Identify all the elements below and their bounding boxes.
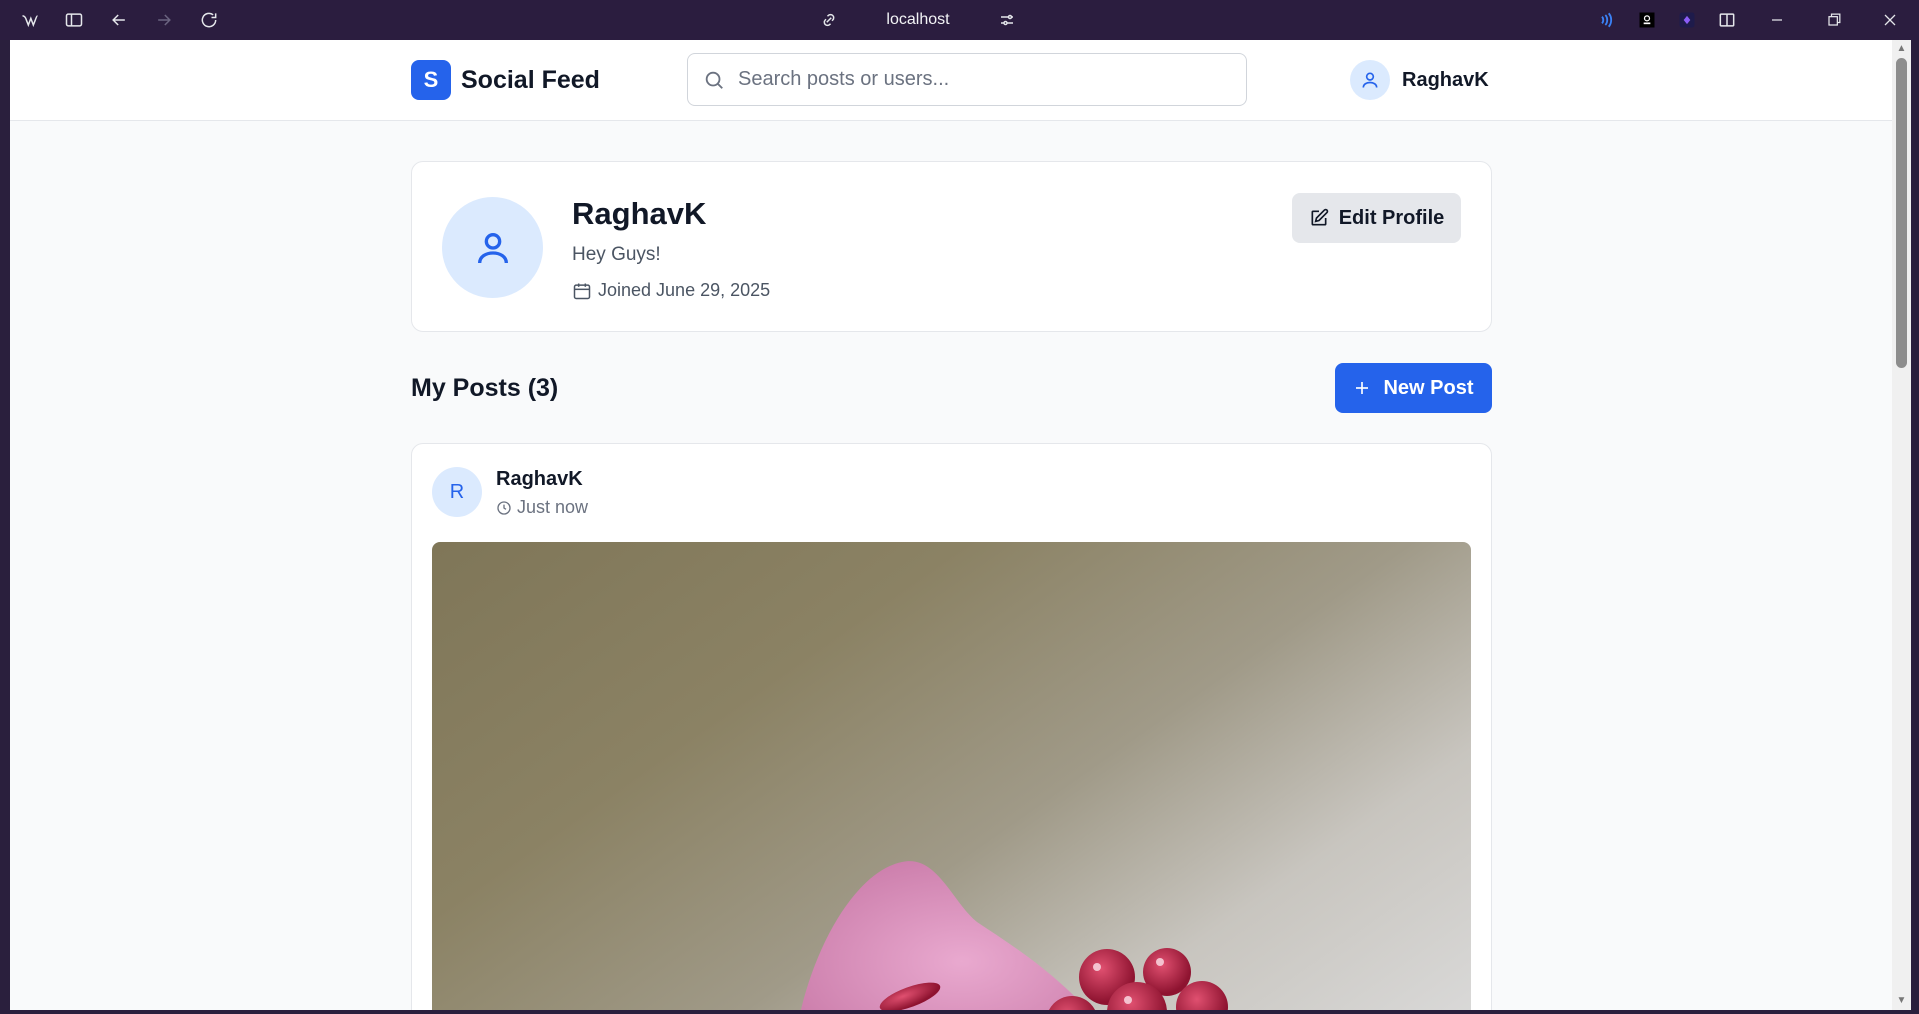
browser-logo-icon[interactable] xyxy=(18,8,42,32)
profile-card: RaghavK Hey Guys! Joined June 29, 2025 E… xyxy=(411,161,1492,332)
close-window-icon[interactable] xyxy=(1878,8,1902,32)
post-author-name[interactable]: RaghavK xyxy=(496,468,583,491)
scroll-down-arrow[interactable]: ▼ xyxy=(1896,996,1907,1006)
browser-toolbar: localhost xyxy=(0,0,1919,40)
header-username[interactable]: RaghavK xyxy=(1402,69,1489,92)
header-user-menu[interactable]: RaghavK xyxy=(1350,60,1489,100)
search-icon xyxy=(705,71,723,89)
new-post-button[interactable]: New Post xyxy=(1335,363,1492,413)
plus-icon xyxy=(1356,382,1369,394)
post-timestamp: Just now xyxy=(496,497,588,518)
minimize-icon[interactable] xyxy=(1765,8,1789,32)
calendar-icon xyxy=(573,283,591,299)
user-icon xyxy=(1362,72,1378,88)
address-bar[interactable]: localhost xyxy=(820,0,1016,40)
new-post-label[interactable]: New Post xyxy=(1383,377,1473,400)
logo-badge[interactable]: S xyxy=(411,60,451,100)
app-header: S Social Feed RaghavK xyxy=(10,40,1892,121)
scroll-up-arrow[interactable]: ▲ xyxy=(1896,44,1907,54)
profile-avatar xyxy=(442,197,543,298)
edit-profile-button[interactable]: Edit Profile xyxy=(1292,193,1461,243)
user-icon xyxy=(477,232,508,263)
profile-joined-text: Joined June 29, 2025 xyxy=(598,280,771,300)
post-time-text: Just now xyxy=(517,497,589,517)
back-icon[interactable] xyxy=(107,8,131,32)
split-view-icon[interactable] xyxy=(1715,8,1739,32)
post-author-avatar[interactable]: R xyxy=(432,467,482,517)
reload-icon[interactable] xyxy=(197,8,221,32)
app-logo[interactable]: S Social Feed xyxy=(411,60,600,100)
logo-text[interactable]: Social Feed xyxy=(461,66,600,95)
extension-purple-icon[interactable] xyxy=(1675,8,1699,32)
restore-icon[interactable] xyxy=(1822,8,1846,32)
scrollbar-thumb[interactable] xyxy=(1896,58,1907,368)
forward-icon xyxy=(152,8,176,32)
search-input[interactable] xyxy=(738,68,1246,91)
clock-icon xyxy=(497,500,511,515)
extension-dark-icon[interactable] xyxy=(1635,8,1659,32)
sidebar-toggle-icon[interactable] xyxy=(62,8,86,32)
link-icon[interactable] xyxy=(820,11,838,29)
post-image[interactable] xyxy=(432,542,1471,1010)
post-photo-illustration xyxy=(800,861,1228,1010)
page-scrollbar[interactable]: ▲ ▼ xyxy=(1892,40,1911,1010)
header-avatar[interactable] xyxy=(1350,60,1390,100)
post-card: R RaghavK Just now xyxy=(411,443,1492,1010)
my-posts-heading: My Posts (3) xyxy=(411,374,559,402)
extension-wave-icon[interactable] xyxy=(1595,8,1619,32)
profile-joined: Joined June 29, 2025 xyxy=(572,280,770,301)
edit-profile-label[interactable]: Edit Profile xyxy=(1339,207,1445,230)
profile-name: RaghavK xyxy=(572,196,707,231)
site-settings-icon[interactable] xyxy=(998,11,1016,29)
address-text[interactable]: localhost xyxy=(878,11,958,29)
profile-bio: Hey Guys! xyxy=(572,244,661,265)
edit-icon xyxy=(1311,208,1328,226)
search-box[interactable] xyxy=(687,53,1247,106)
page-viewport: S Social Feed RaghavK RaghavK Hey Guys! … xyxy=(10,40,1892,1010)
